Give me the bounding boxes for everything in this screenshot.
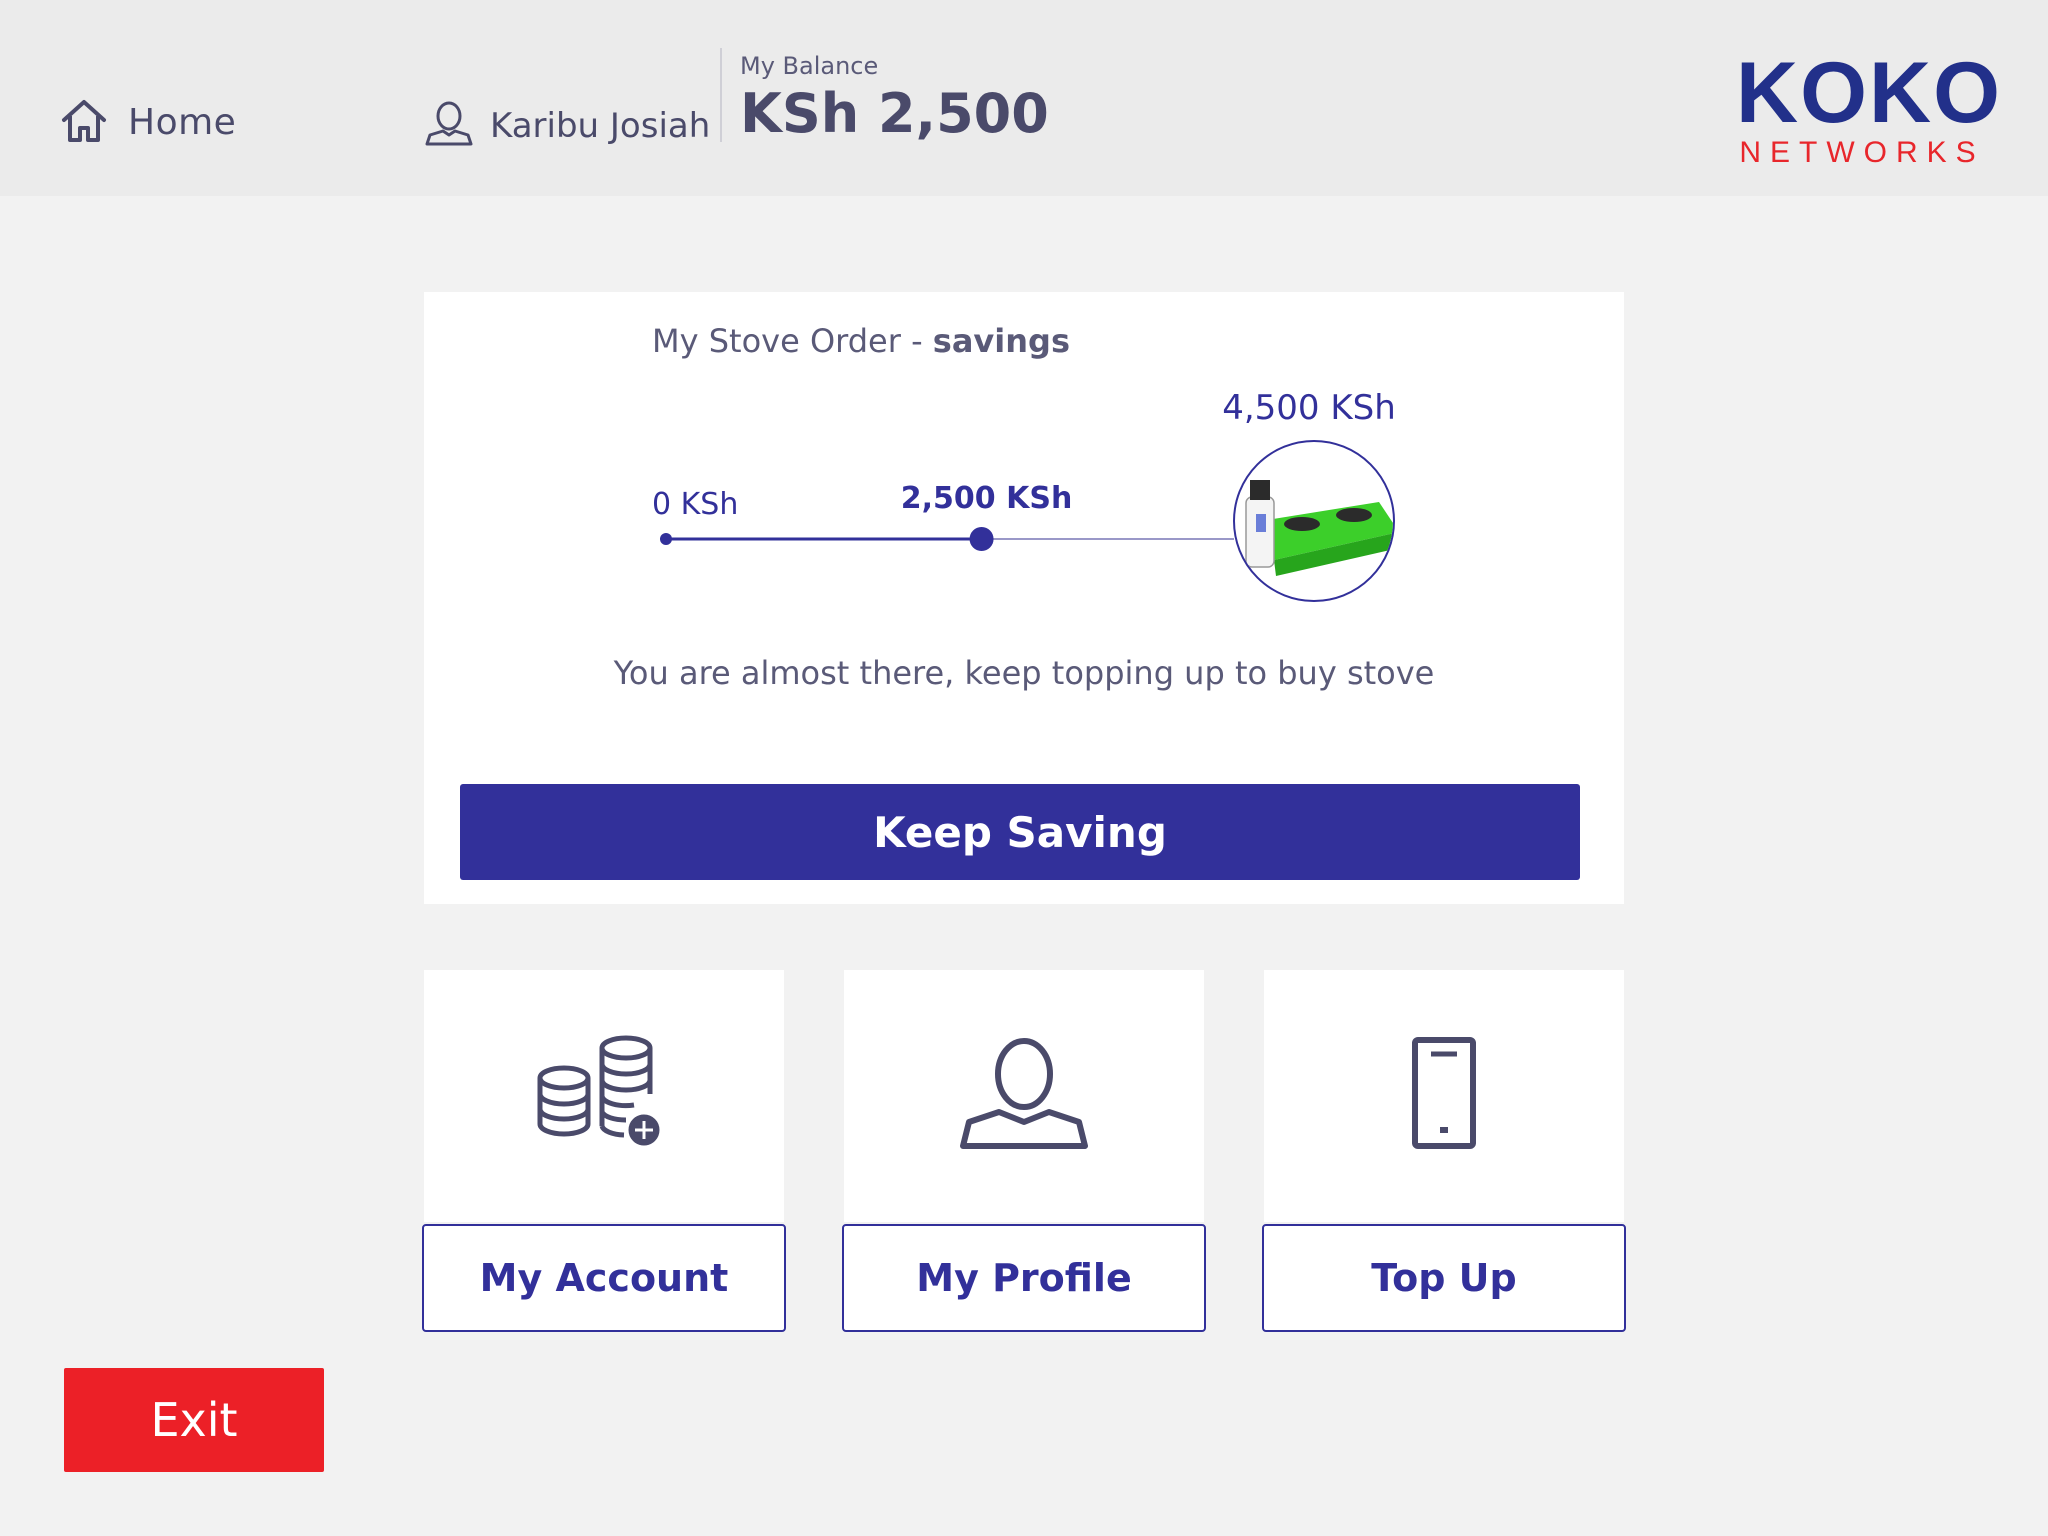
- my-profile-icon-area[interactable]: [844, 970, 1204, 1222]
- balance-caption: My Balance: [740, 52, 879, 80]
- header-divider: [720, 48, 722, 142]
- savings-message: You are almost there, keep topping up to…: [613, 654, 1435, 692]
- top-header: Home Karibu Josiah My Balance KSh 2,500 …: [0, 0, 2048, 196]
- my-account-tile[interactable]: My Account: [422, 970, 786, 1332]
- my-account-button[interactable]: My Account: [422, 1224, 786, 1332]
- user-icon: [424, 101, 474, 151]
- my-profile-tile[interactable]: My Profile: [842, 970, 1206, 1332]
- logo-main-text: KOKO: [1736, 45, 2002, 141]
- home-label: Home: [128, 101, 237, 143]
- phone-icon: [1409, 1036, 1479, 1156]
- my-profile-button[interactable]: My Profile: [842, 1224, 1206, 1332]
- start-amount-label: 0 KSh: [652, 487, 738, 522]
- top-up-icon-area[interactable]: [1264, 970, 1624, 1222]
- exit-button[interactable]: Exit: [64, 1368, 324, 1472]
- logo-sub-text: NETWORKS: [1739, 136, 1985, 169]
- top-up-tile[interactable]: Top Up: [1262, 970, 1626, 1332]
- keep-saving-button[interactable]: Keep Saving: [460, 784, 1580, 880]
- home-icon: [60, 96, 108, 148]
- home-button[interactable]: Home: [60, 92, 236, 152]
- stove-savings-card: My Stove Order - savings 4,500 KSh 0 KSh…: [424, 292, 1624, 904]
- goal-amount-label: 4,500 KSh: [1222, 388, 1396, 428]
- current-marker: [969, 527, 994, 551]
- current-amount-label: 2,500 KSh: [901, 481, 1073, 516]
- my-account-icon-area[interactable]: [424, 970, 784, 1222]
- person-icon: [959, 1036, 1089, 1156]
- savings-progress: 4,500 KSh 0 KSh 2,500 KSh: [652, 388, 1396, 602]
- stove-goal-image: [1233, 440, 1395, 602]
- user-greeting-label: Karibu Josiah: [490, 106, 711, 146]
- user-greeting: Karibu Josiah: [424, 96, 710, 156]
- koko-logo: KOKO NETWORKS: [1736, 45, 2002, 169]
- top-up-button[interactable]: Top Up: [1262, 1224, 1626, 1332]
- balance-value: KSh 2,500: [740, 82, 1049, 145]
- start-marker: [660, 533, 672, 545]
- coins-plus-icon: [534, 1034, 674, 1158]
